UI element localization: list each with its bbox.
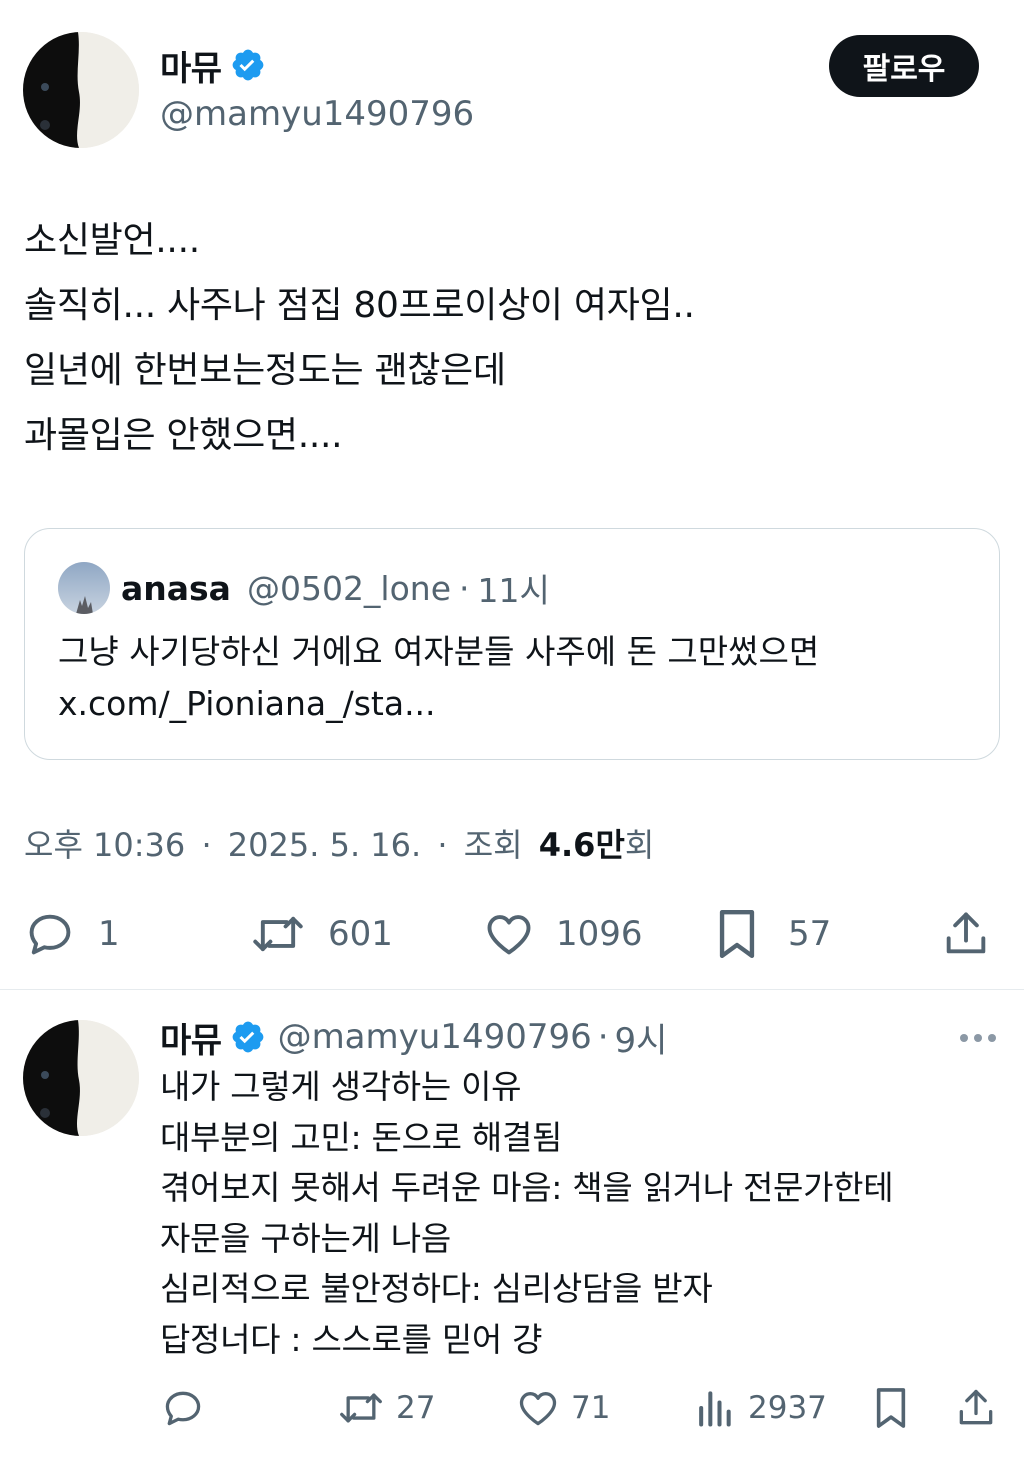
- views-label: 조회: [463, 826, 523, 864]
- quoted-author-name[interactable]: anasa: [121, 569, 231, 608]
- quoted-header: anasa @0502_lone · 11시: [121, 565, 550, 611]
- quoted-author-handle[interactable]: @0502_lone: [247, 569, 451, 608]
- bookmark-button[interactable]: 57: [714, 906, 831, 962]
- quoted-timestamp[interactable]: 11시: [478, 564, 550, 612]
- reply-retweet-button[interactable]: 27: [336, 1385, 435, 1431]
- reply-button[interactable]: 1: [24, 906, 120, 962]
- reply-line: 겪어보지 못해서 두려운 마음: 책을 읽거나 전문가한테: [160, 1168, 894, 1207]
- cat-avatar-image: [23, 1020, 139, 1136]
- like-count: 1096: [556, 914, 643, 954]
- quoted-author-avatar[interactable]: [58, 562, 110, 614]
- post-date[interactable]: 2025. 5. 16.: [228, 826, 421, 864]
- reply-views-count: 2937: [748, 1390, 827, 1426]
- reply-author-handle[interactable]: @mamyu1490796: [278, 1017, 592, 1057]
- tweet-text: 소신발언.... 솔직히... 사주나 점집 80프로이상이 여자임.. 일년에…: [24, 208, 695, 468]
- reply-author-avatar[interactable]: [23, 1020, 139, 1136]
- views-unit: 회: [624, 826, 655, 864]
- more-options-button[interactable]: [956, 1024, 1000, 1052]
- heart-icon: [487, 915, 531, 955]
- reply-line: 심리적으로 불안정하다: 심리상담을 받자: [160, 1269, 713, 1308]
- reply-text: 내가 그렇게 생각하는 이유 대부분의 고민: 돈으로 해결됨 겪어보지 못해서…: [160, 1062, 894, 1365]
- bookmark-icon: [876, 1388, 906, 1428]
- cat-avatar-image: [23, 32, 139, 148]
- verified-badge-icon: [232, 1021, 263, 1053]
- follow-button[interactable]: 팔로우: [829, 35, 979, 97]
- reply-icon: [29, 914, 71, 955]
- author-handle[interactable]: @mamyu1490796: [160, 90, 474, 138]
- sky-avatar-image: [58, 562, 110, 614]
- tweet-line: 소신발언....: [24, 220, 200, 261]
- reply-line: 답정너다 : 스스로를 믿어 걍: [160, 1319, 543, 1359]
- author-name[interactable]: 마뮤: [160, 41, 222, 90]
- reply-retweet-count: 27: [396, 1390, 436, 1426]
- heart-icon: [519, 1392, 557, 1426]
- bookmark-icon: [719, 909, 755, 959]
- like-button[interactable]: 1096: [482, 906, 643, 962]
- quoted-tweet-card[interactable]: anasa @0502_lone · 11시 그냥 사기당하신 거에요 여자분들…: [24, 528, 1000, 760]
- author-avatar[interactable]: [23, 32, 139, 148]
- share-button[interactable]: [940, 906, 992, 962]
- reply-like-count: 71: [571, 1390, 611, 1426]
- bookmark-count: 57: [788, 914, 832, 954]
- retweet-button[interactable]: 601: [248, 906, 393, 962]
- tweet-line: 솔직히... 사주나 점집 80프로이상이 여자임..: [24, 285, 695, 326]
- retweet-icon: [253, 916, 303, 952]
- share-icon: [946, 912, 986, 954]
- separator-dot: ·: [459, 568, 470, 608]
- reply-icon: [165, 1391, 201, 1426]
- reply-reply-button[interactable]: [160, 1385, 206, 1431]
- reply-views-button[interactable]: 2937: [694, 1385, 827, 1431]
- reply-author-name[interactable]: 마뮤: [160, 1013, 222, 1062]
- share-icon: [959, 1389, 993, 1425]
- author-name-row: 마뮤: [160, 40, 266, 90]
- retweet-count: 601: [328, 914, 393, 954]
- tweet-line: 과몰입은 안했으면....: [24, 415, 343, 456]
- reply-bookmark-button[interactable]: [872, 1385, 910, 1431]
- reply-line: 자문을 구하는게 나음: [160, 1218, 451, 1258]
- quoted-text: 그냥 사기당하신 거에요 여자분들 사주에 돈 그만썼으면: [58, 632, 820, 671]
- divider: [0, 989, 1024, 990]
- views-chart-icon: [699, 1391, 731, 1427]
- reply-header: 마뮤 @mamyu1490796 · 9시: [160, 1013, 667, 1061]
- separator-dot: ·: [201, 826, 212, 864]
- verified-badge-icon: [232, 49, 263, 81]
- separator-dot: ·: [437, 826, 448, 864]
- reply-line: 대부분의 고민: 돈으로 해결됨: [160, 1117, 563, 1157]
- retweet-icon: [340, 1393, 382, 1423]
- reply-line: 내가 그렇게 생각하는 이유: [160, 1067, 522, 1106]
- views-count[interactable]: 4.6만: [539, 826, 625, 864]
- quoted-link[interactable]: x.com/_Pioniana_/sta...: [58, 679, 436, 729]
- reply-count: 1: [98, 914, 120, 954]
- more-dots-icon: [960, 1034, 996, 1042]
- separator-dot: ·: [597, 1017, 609, 1057]
- post-time[interactable]: 오후 10:36: [24, 826, 185, 864]
- reply-timestamp[interactable]: 9시: [615, 1013, 668, 1062]
- tweet-meta: 오후 10:36 · 2025. 5. 16. · 조회 4.6만회: [24, 822, 654, 868]
- reply-like-button[interactable]: 71: [515, 1385, 610, 1431]
- tweet-line: 일년에 한번보는정도는 괜찮은데: [24, 350, 506, 391]
- reply-share-button[interactable]: [954, 1385, 998, 1431]
